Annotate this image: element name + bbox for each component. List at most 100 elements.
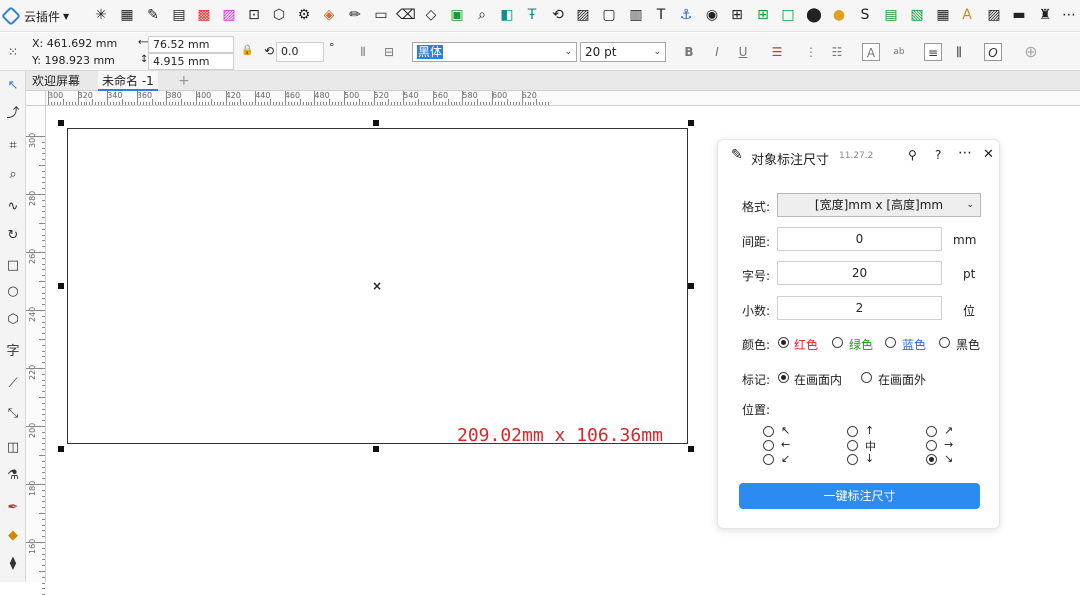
- format-select[interactable]: [宽度]mm x [高度]mm ⌄: [777, 193, 981, 217]
- connector-tool-icon[interactable]: ⤡: [4, 405, 22, 423]
- text-t-icon[interactable]: T: [652, 6, 670, 24]
- x-position-field[interactable]: X: 461.692 mm: [28, 36, 126, 53]
- selection-handle[interactable]: [373, 446, 379, 452]
- decimal-input[interactable]: 2: [777, 296, 942, 320]
- lock-icon[interactable]: 🔒: [241, 45, 253, 56]
- close-icon[interactable]: ✕: [983, 147, 994, 162]
- window-icon[interactable]: ▢: [600, 6, 618, 24]
- position-radio-bottom-left[interactable]: [763, 454, 774, 465]
- dimension-label[interactable]: 209.02mm x 106.36mm: [457, 425, 663, 446]
- video-icon[interactable]: ▬: [1010, 6, 1028, 24]
- bold-icon[interactable]: B: [680, 43, 698, 61]
- color-radio-green[interactable]: [832, 337, 843, 348]
- add-icon[interactable]: ⊕: [1022, 43, 1040, 61]
- clapper-icon[interactable]: ♜: [1036, 6, 1054, 24]
- underline-icon[interactable]: U: [734, 43, 752, 61]
- shape-tool-icon[interactable]: ⤴: [4, 105, 22, 123]
- position-radio-top-left[interactable]: [763, 426, 774, 437]
- paragraph-icon[interactable]: ≡: [924, 43, 942, 61]
- frame-icon[interactable]: ⊡: [245, 6, 263, 24]
- selection-handle[interactable]: [58, 283, 64, 289]
- tab-welcome[interactable]: 欢迎屏幕: [28, 71, 84, 91]
- shadow-tool-icon[interactable]: ◫: [4, 439, 22, 457]
- pick-tool-icon[interactable]: ↖: [4, 77, 22, 95]
- dimension-tool-icon[interactable]: ⟋: [4, 375, 22, 393]
- columns-icon[interactable]: ⫼: [950, 43, 968, 61]
- table-window-icon[interactable]: ▥: [627, 6, 645, 24]
- position-radio-bottom[interactable]: [847, 454, 858, 465]
- layer-icon[interactable]: ◇: [422, 6, 440, 24]
- font-size-select[interactable]: 20 pt ⌄: [580, 42, 666, 62]
- mirror-h-icon[interactable]: ⫴: [354, 43, 372, 61]
- selection-handle[interactable]: [688, 120, 694, 126]
- more-icon[interactable]: ⋯: [1060, 6, 1078, 24]
- color-radio-blue[interactable]: [885, 337, 896, 348]
- palette-icon[interactable]: ▨: [220, 6, 238, 24]
- tab-add[interactable]: +: [174, 71, 194, 91]
- bullet-list-icon[interactable]: ⋮: [802, 43, 820, 61]
- selection-handle[interactable]: [58, 120, 64, 126]
- chart-icon[interactable]: ▤: [882, 6, 900, 24]
- text-icon[interactable]: Ŧ: [523, 6, 541, 24]
- picture-icon[interactable]: ▨: [574, 6, 592, 24]
- more-icon[interactable]: ⋯: [958, 145, 972, 161]
- selection-handle[interactable]: [373, 120, 379, 126]
- target-icon[interactable]: ⬤: [805, 6, 823, 24]
- position-radio-bottom-right[interactable]: [926, 454, 937, 465]
- ellipse-tool-icon[interactable]: ○: [4, 283, 22, 301]
- spacing-input[interactable]: 0: [777, 227, 942, 251]
- shield-icon[interactable]: ◈: [320, 6, 338, 24]
- object-icon[interactable]: O: [984, 43, 1002, 61]
- zoom-tool-icon[interactable]: ⌕: [4, 166, 22, 184]
- eyedropper-tool-icon[interactable]: ✒: [4, 499, 22, 517]
- page-icon[interactable]: ▤: [170, 6, 188, 24]
- coin-icon[interactable]: ●: [830, 6, 848, 24]
- numbered-list-icon[interactable]: ☷: [828, 43, 846, 61]
- mirror-v-icon[interactable]: ⊟: [380, 43, 398, 61]
- bookmark-icon[interactable]: ◧: [498, 6, 516, 24]
- smart-fill-tool-icon[interactable]: ⧫: [4, 555, 22, 573]
- position-radio-top-right[interactable]: [926, 426, 937, 437]
- font-a-icon[interactable]: A: [958, 6, 976, 24]
- text-frame-icon[interactable]: A: [862, 43, 880, 61]
- pencil-icon[interactable]: ✏: [346, 6, 364, 24]
- gallery-icon[interactable]: ▨: [985, 6, 1003, 24]
- y-position-field[interactable]: Y: 198.923 mm: [28, 53, 126, 70]
- position-radio-right[interactable]: [926, 440, 937, 451]
- abc-icon[interactable]: ab: [890, 43, 908, 61]
- eraser-icon[interactable]: ⌫: [396, 6, 416, 24]
- run-dimension-button[interactable]: 一键标注尺寸: [739, 483, 980, 509]
- pin-icon[interactable]: ⚲: [908, 148, 917, 162]
- mark-outside-radio[interactable]: [861, 372, 872, 383]
- image-icon[interactable]: ▣: [448, 6, 466, 24]
- crop-icon[interactable]: ⊞: [728, 6, 746, 24]
- text-tool-icon[interactable]: 字: [4, 343, 22, 361]
- pen-icon[interactable]: ✎: [144, 6, 162, 24]
- selection-handle[interactable]: [58, 446, 64, 452]
- square-icon[interactable]: □: [779, 6, 797, 24]
- position-radio-center[interactable]: [847, 440, 858, 451]
- color-radio-red[interactable]: [778, 337, 789, 348]
- color-grid-icon[interactable]: ▩: [195, 6, 213, 24]
- artistic-media-icon[interactable]: ↻: [4, 227, 22, 245]
- qr-icon[interactable]: ▦: [118, 6, 136, 24]
- fontsize-input[interactable]: 20: [777, 261, 942, 285]
- note-icon[interactable]: ▭: [372, 6, 390, 24]
- rectangle-tool-icon[interactable]: □: [4, 257, 22, 275]
- freehand-tool-icon[interactable]: ∿: [4, 198, 22, 216]
- selection-handle[interactable]: [688, 283, 694, 289]
- transform-icon[interactable]: ⟲: [549, 6, 567, 24]
- anchor-icon[interactable]: ⚓: [677, 6, 695, 24]
- doc-icon[interactable]: ▧: [908, 6, 926, 24]
- transparency-tool-icon[interactable]: ⚗: [4, 467, 22, 485]
- rotation-field[interactable]: 0.0: [276, 42, 324, 62]
- search-icon[interactable]: ⌕: [473, 6, 491, 24]
- stamp-icon[interactable]: ◉: [703, 6, 721, 24]
- grid-dots-icon[interactable]: ⁙: [4, 43, 22, 61]
- settings-icon[interactable]: ⚙: [295, 6, 313, 24]
- width-field[interactable]: 76.52 mm: [148, 36, 234, 53]
- plugin-menu[interactable]: 云插件 ▼: [1, 6, 69, 26]
- grid-icon[interactable]: ⊞: [754, 6, 772, 24]
- mark-inside-radio[interactable]: [778, 372, 789, 383]
- position-radio-left[interactable]: [763, 440, 774, 451]
